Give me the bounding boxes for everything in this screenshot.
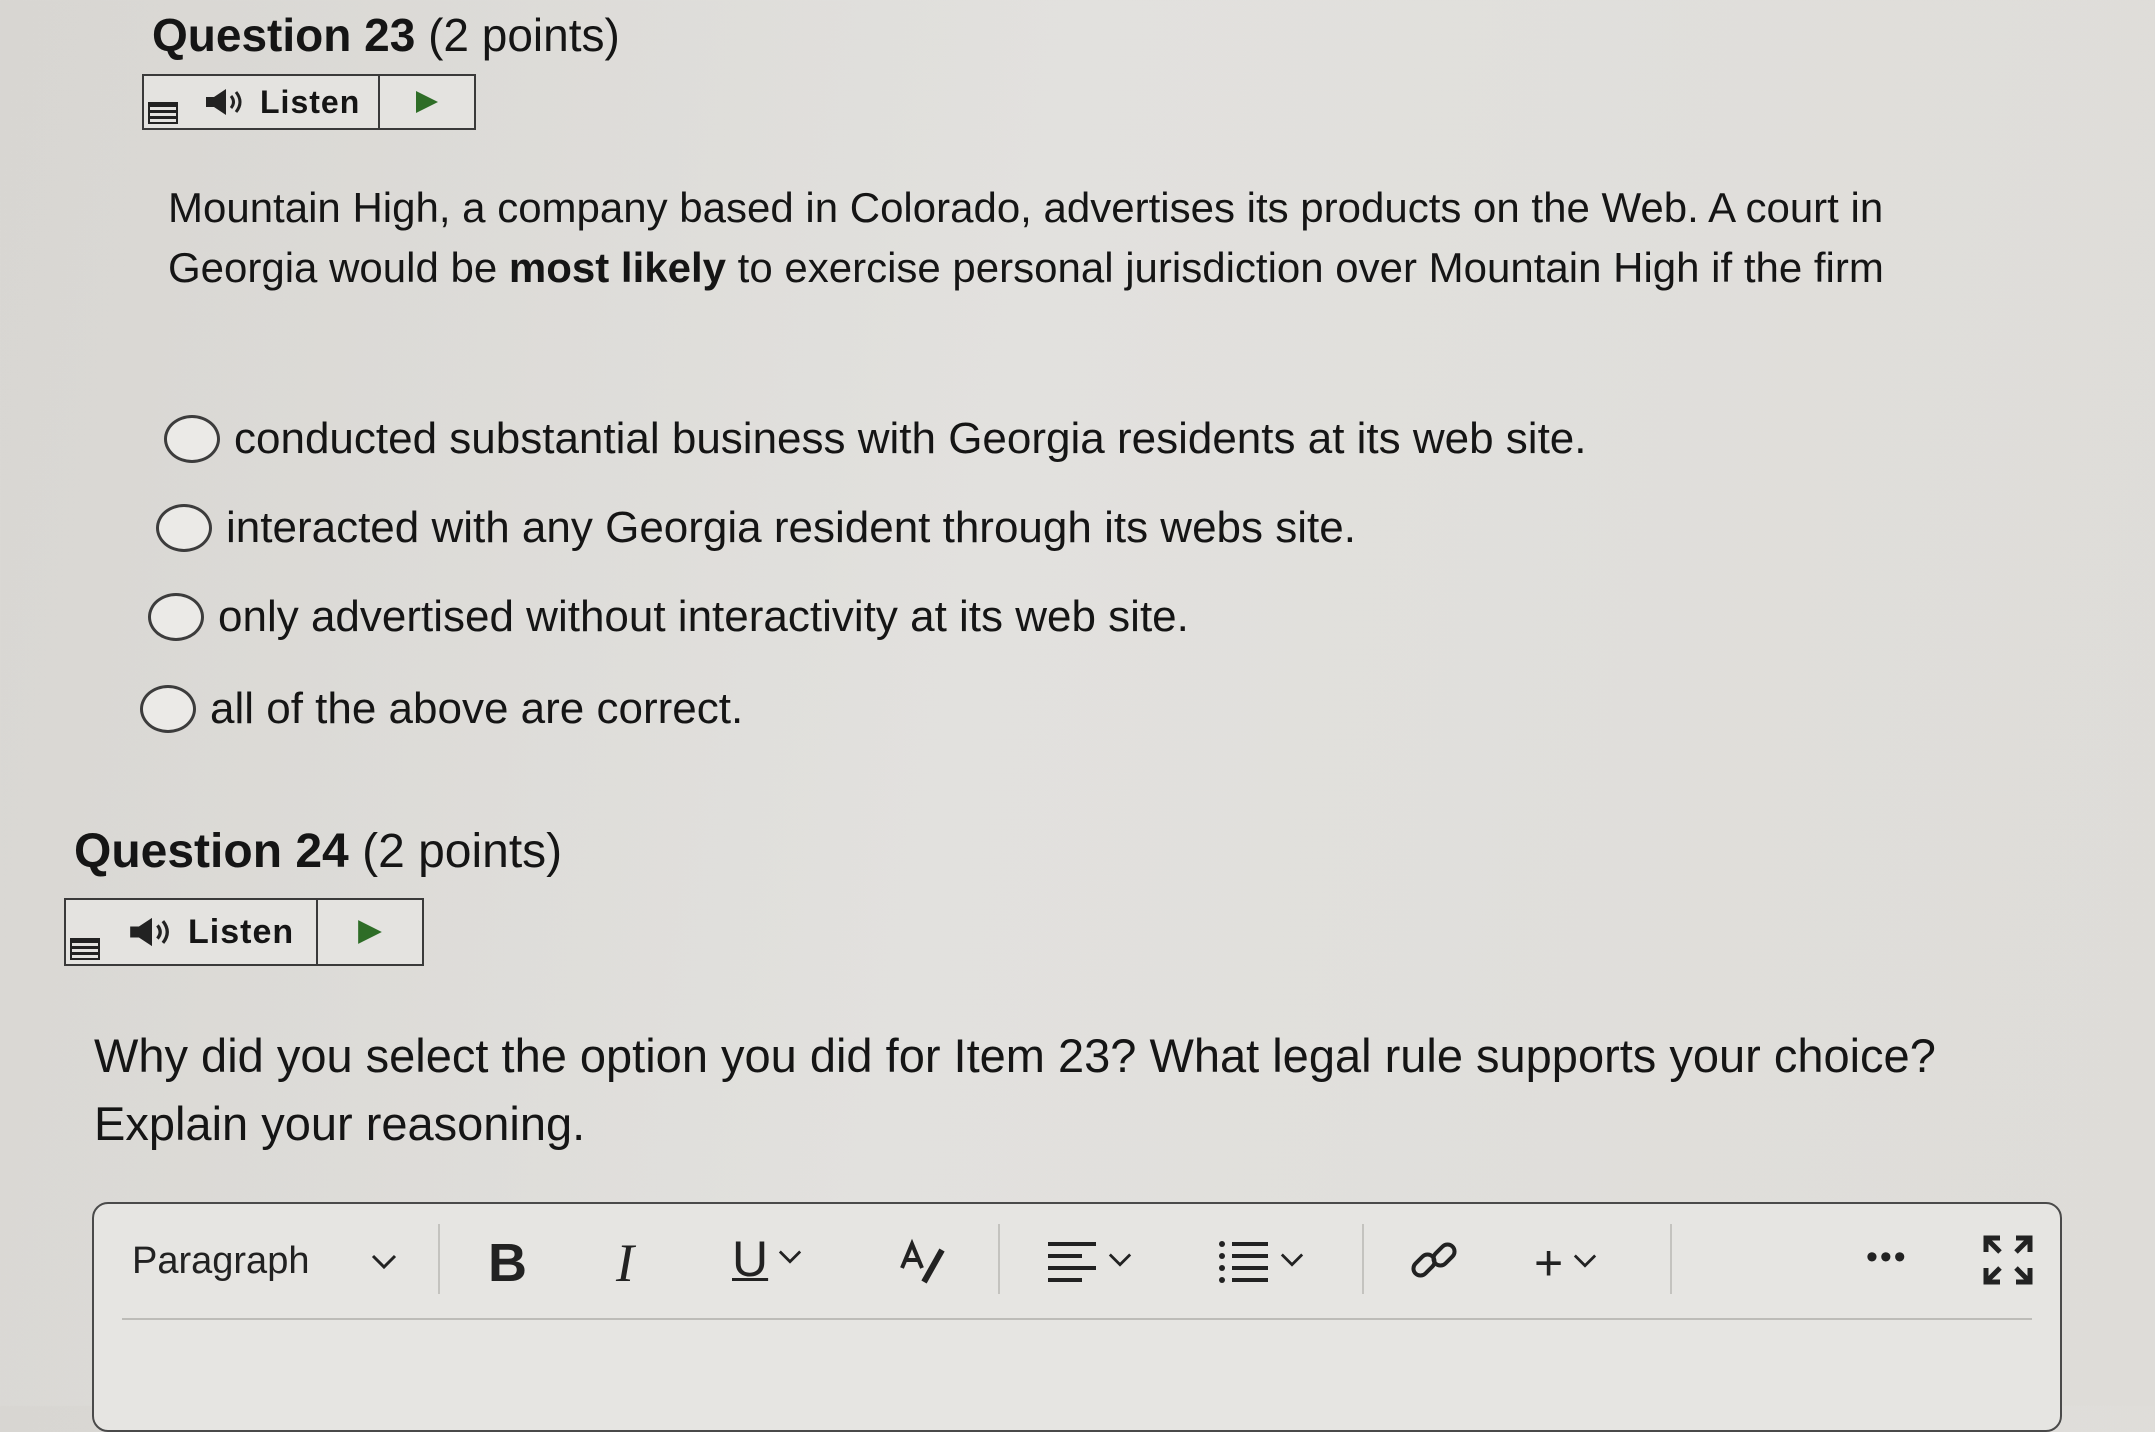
block-format-label: Paragraph (132, 1240, 310, 1282)
play-button[interactable] (380, 76, 474, 128)
more-icon: ••• (1866, 1238, 1908, 1276)
editor-toolbar: Paragraph B I U + ••• (94, 1204, 2060, 1320)
speaker-icon (128, 915, 176, 949)
question-23-header: Question 23 (2 points) (152, 8, 620, 62)
question-24-title: Question 24 (74, 825, 349, 878)
bold-button[interactable]: B (488, 1232, 527, 1294)
listen-widget-q24: Listen (64, 898, 424, 966)
document-icon[interactable] (70, 938, 100, 960)
document-icon[interactable] (148, 102, 178, 124)
question-24-points: (2 points) (362, 825, 563, 878)
answer-option-label: all of the above are correct. (210, 684, 744, 733)
insert-link-button[interactable] (1408, 1234, 1462, 1288)
chevron-down-icon (1108, 1252, 1132, 1273)
question-24-prompt: Why did you select the option you did fo… (94, 1029, 1936, 1150)
question-24-header: Question 24 (2 points) (74, 824, 562, 879)
question-23-points: (2 points) (428, 9, 620, 61)
expand-icon (1983, 1235, 2033, 1285)
plus-icon: + (1534, 1235, 1564, 1291)
listen-label: Listen (260, 83, 361, 120)
radio-button[interactable] (164, 415, 220, 463)
italic-button[interactable]: I (616, 1232, 634, 1294)
align-left-icon (1048, 1242, 1096, 1282)
prompt-text-part2: to exercise personal jurisdiction over M… (726, 244, 1884, 291)
chevron-down-icon (371, 1246, 397, 1277)
list-dropdown[interactable] (1218, 1240, 1304, 1284)
answer-editor[interactable]: Paragraph B I U + ••• (92, 1202, 2062, 1432)
bold-icon: B (488, 1233, 527, 1293)
chevron-down-icon (778, 1249, 802, 1270)
radio-button[interactable] (140, 685, 196, 733)
bulleted-list-icon (1219, 1241, 1268, 1283)
play-button[interactable] (318, 900, 422, 964)
text-format-icon (900, 1238, 945, 1284)
toolbar-divider (438, 1224, 440, 1294)
radio-button[interactable] (148, 593, 204, 641)
text-color-button[interactable] (898, 1238, 952, 1286)
speaker-icon (204, 87, 248, 117)
play-icon (358, 920, 382, 944)
toolbar-divider (1670, 1224, 1672, 1294)
toolbar-divider (998, 1224, 1000, 1294)
block-format-dropdown[interactable]: Paragraph (132, 1240, 397, 1283)
link-icon (1411, 1242, 1457, 1278)
listen-button[interactable]: Listen (144, 76, 381, 128)
toolbar-bottom-border (122, 1318, 2032, 1320)
italic-icon: I (616, 1233, 634, 1293)
answer-option-1[interactable]: conducted substantial business with Geor… (164, 414, 1587, 464)
listen-label: Listen (188, 912, 295, 951)
prompt-emphasis: most likely (508, 244, 726, 291)
insert-dropdown[interactable]: + (1534, 1234, 1597, 1292)
listen-widget-q23: Listen (142, 74, 476, 130)
radio-button[interactable] (156, 504, 212, 552)
underline-button[interactable]: U (732, 1230, 802, 1288)
align-dropdown[interactable] (1046, 1240, 1132, 1284)
play-icon (416, 91, 439, 113)
answer-option-2[interactable]: interacted with any Georgia resident thr… (156, 503, 1356, 553)
answer-option-label: only advertised without interactivity at… (218, 592, 1189, 641)
answer-option-3[interactable]: only advertised without interactivity at… (148, 592, 1189, 642)
chevron-down-icon (1280, 1252, 1304, 1273)
answer-option-4[interactable]: all of the above are correct. (140, 684, 743, 734)
question-23-prompt: Mountain High, a company based in Colora… (168, 178, 1998, 298)
answer-option-label: conducted substantial business with Geor… (234, 414, 1587, 463)
question-23-title: Question 23 (152, 9, 416, 61)
chevron-down-icon (1573, 1253, 1597, 1274)
editor-text-area[interactable] (94, 1322, 2060, 1430)
listen-button[interactable]: Listen (66, 900, 319, 964)
underline-icon: U (732, 1231, 769, 1287)
answer-option-label: interacted with any Georgia resident thr… (226, 503, 1356, 552)
more-actions-button[interactable]: ••• (1866, 1238, 1908, 1277)
toolbar-divider (1362, 1224, 1364, 1294)
fullscreen-button[interactable] (1982, 1234, 2034, 1286)
